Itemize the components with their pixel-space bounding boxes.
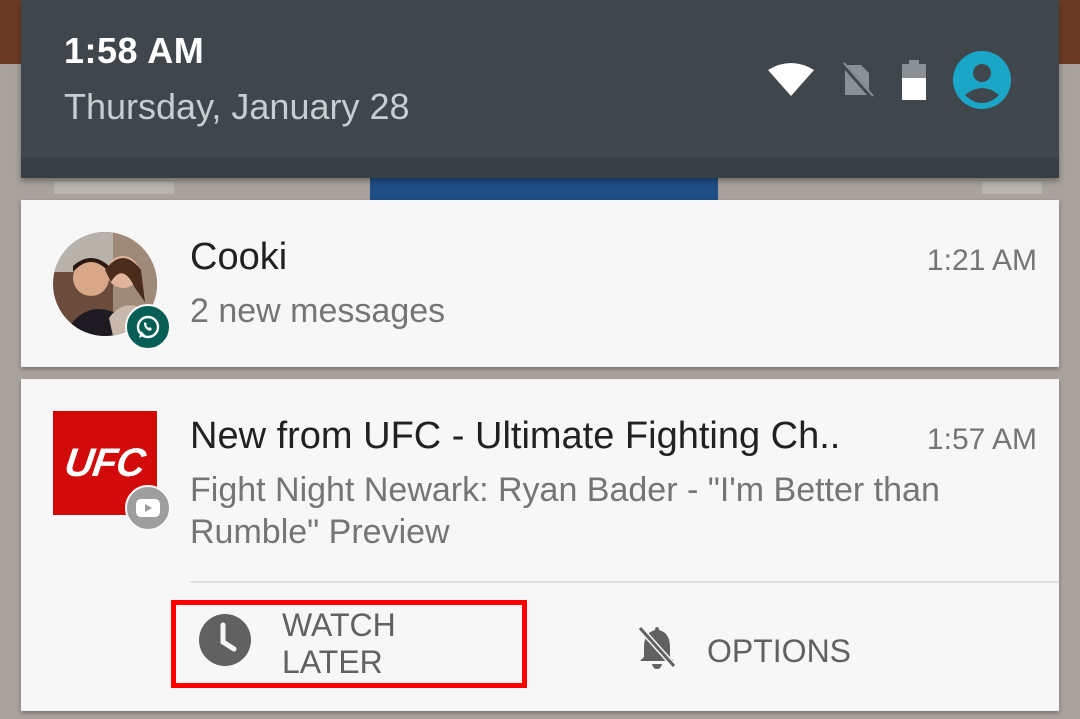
notification-shade-header: 1:58 AM Thursday, January 28 [21, 0, 1059, 178]
no-sim-icon [841, 61, 875, 99]
notifications-off-icon [637, 625, 677, 677]
notification-title: New from UFC - Ultimate Fighting Ch.. [190, 415, 841, 457]
clock-time[interactable]: 1:58 AM [64, 30, 204, 72]
notification-text: Fight Night Newark: Ryan Bader - "I'm Be… [190, 471, 940, 551]
watch-later-label: WATCH LATER [282, 607, 396, 680]
notification-title: Cooki [190, 236, 288, 278]
notification-time: 1:57 AM [926, 423, 1037, 456]
notification-time: 1:21 AM [926, 244, 1037, 277]
notification-card-youtube[interactable]: UFC New from UFC - Ultimate Fighting Ch.… [21, 379, 1059, 711]
clock-icon [198, 613, 252, 675]
background-strip [54, 182, 174, 194]
date-label[interactable]: Thursday, January 28 [64, 86, 410, 128]
status-icons [767, 50, 1011, 110]
whatsapp-icon [125, 304, 171, 350]
watch-later-button[interactable]: WATCH LATER [171, 600, 527, 688]
wifi-icon [767, 62, 815, 98]
header-underline [21, 158, 1059, 178]
battery-icon [901, 60, 927, 100]
user-account-icon[interactable] [953, 51, 1011, 109]
ufc-logo-text: UFC [62, 440, 148, 485]
divider [190, 581, 1059, 583]
options-label: OPTIONS [707, 632, 852, 669]
notification-text: 2 new messages [190, 292, 446, 330]
youtube-icon [125, 485, 171, 531]
notification-card-whatsapp[interactable]: Cooki 2 new messages 1:21 AM [21, 200, 1059, 367]
options-button[interactable]: OPTIONS [637, 601, 851, 701]
background-strip [982, 182, 1042, 194]
